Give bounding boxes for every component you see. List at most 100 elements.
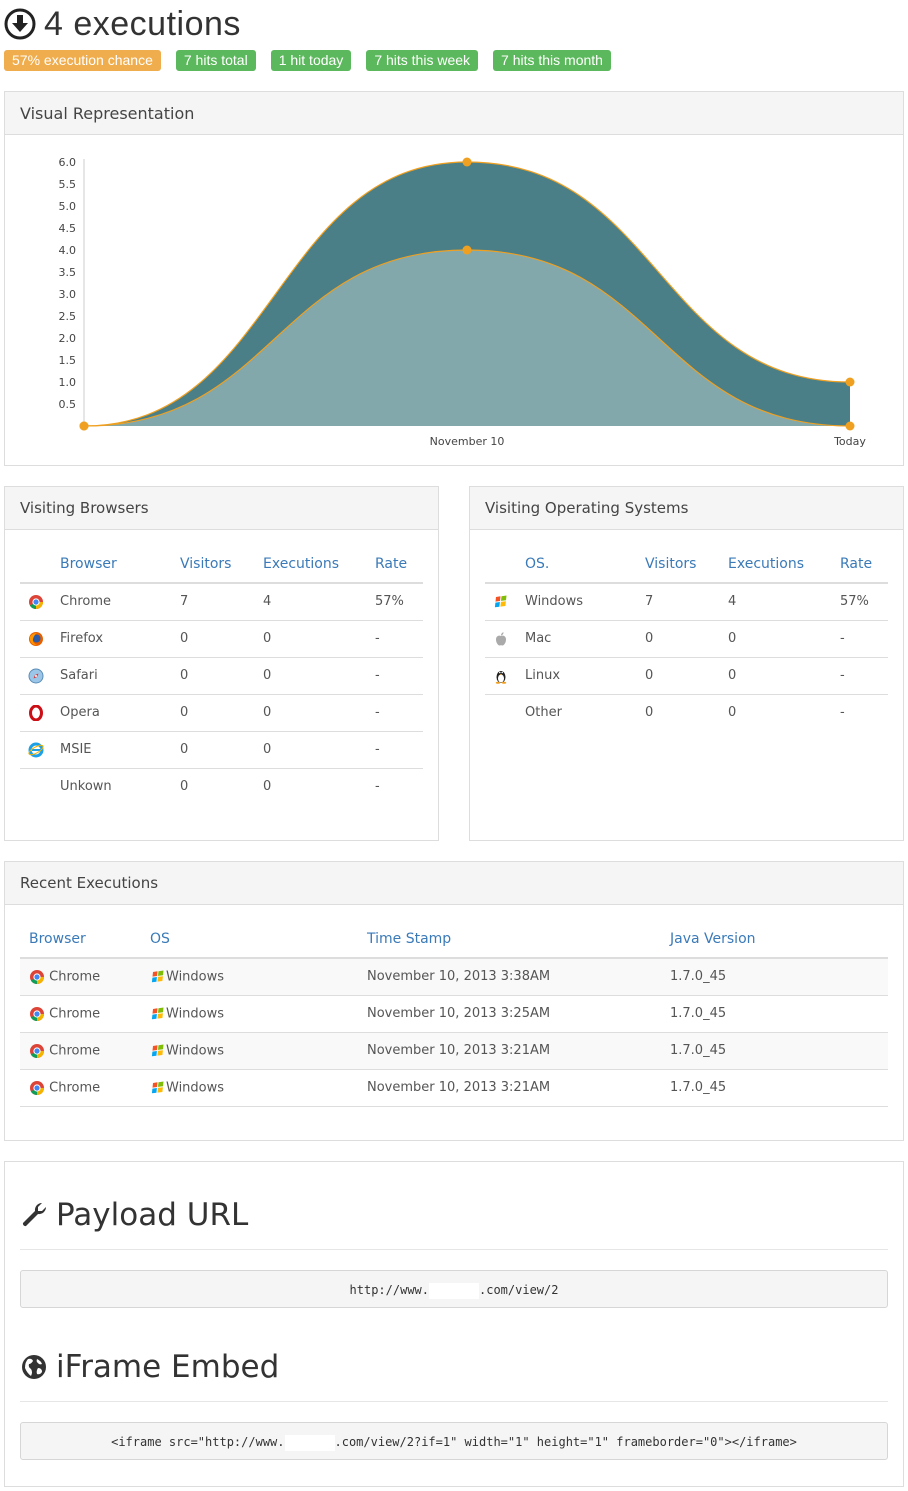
- execution-chance-badge: 57% execution chance: [4, 50, 161, 71]
- y-tick-label: 1.5: [59, 354, 77, 367]
- windows-icon: [494, 595, 507, 608]
- browser-icon-col: [20, 545, 60, 584]
- os-executions: 0: [728, 657, 840, 695]
- col-os[interactable]: OS.: [525, 545, 645, 584]
- iframe-title-text: iFrame Embed: [56, 1349, 280, 1385]
- payload-title: Payload URL: [20, 1194, 248, 1236]
- os-panel-heading: Visiting Operating Systems: [470, 487, 903, 530]
- browser-name: Chrome: [49, 969, 101, 985]
- browser-cell: Chrome: [20, 1032, 150, 1070]
- x-tick-label: Today: [833, 435, 866, 448]
- table-row: Chrome Windows November 10, 2013 3:21AM …: [20, 1069, 888, 1107]
- col-os[interactable]: OS: [150, 920, 367, 959]
- os-name: Windows: [525, 583, 645, 621]
- browser-rate: -: [375, 731, 423, 769]
- wrench-icon: [22, 1202, 47, 1227]
- y-axis-ticks: 0.5 1.0 1.5 2.0 2.5 3.0 3.5 4.0 4.5 5.0 5.5 6.0: [59, 156, 77, 411]
- data-point[interactable]: [845, 421, 855, 431]
- browser-visitors: 0: [180, 620, 263, 658]
- iframe-code-box[interactable]: <iframe src="http://www. .com/view/2?if=1…: [20, 1422, 888, 1460]
- table-row: Opera 0 0 -: [20, 694, 423, 732]
- java-version: 1.7.0_45: [670, 958, 888, 996]
- table-row: Other 0 0 -: [485, 694, 888, 731]
- table-row: Linux 0 0 -: [485, 657, 888, 695]
- browser-name: Opera: [60, 694, 180, 732]
- x-tick-label: November 10: [430, 435, 505, 448]
- iframe-title: iFrame Embed: [20, 1346, 279, 1388]
- os-visitors: 0: [645, 705, 654, 721]
- data-point[interactable]: [462, 157, 472, 167]
- browser-name: Chrome: [60, 583, 180, 621]
- chrome-icon: [29, 594, 44, 609]
- browser-visitors: 7: [180, 583, 263, 621]
- browser-executions: 0: [263, 657, 375, 695]
- hits-total-badge: 7 hits total: [175, 50, 256, 71]
- hits-week-badge: 7 hits this week: [366, 50, 479, 71]
- y-tick-label: 3.5: [59, 266, 77, 279]
- java-version: 1.7.0_45: [670, 1032, 888, 1070]
- download-circle-icon: [4, 8, 36, 40]
- divider: [20, 1249, 888, 1250]
- col-rate[interactable]: Rate: [840, 545, 888, 584]
- windows-icon: [151, 1081, 164, 1093]
- iframe-code-suffix: .com/view/2?if=1" width="1" height="1" f…: [334, 1435, 797, 1449]
- opera-icon: [29, 704, 43, 721]
- col-rate[interactable]: Rate: [375, 545, 423, 584]
- col-java-version[interactable]: Java Version: [670, 920, 888, 959]
- data-point[interactable]: [845, 377, 855, 387]
- col-visitors[interactable]: Visitors: [645, 545, 728, 584]
- browser-name: Safari: [60, 657, 180, 695]
- os-name: Linux: [525, 657, 645, 695]
- os-name: Windows: [166, 1043, 225, 1058]
- os-cell: Windows: [150, 1069, 367, 1107]
- browser-executions: 0: [263, 779, 272, 795]
- browsers-panel: Visiting Browsers Browser Visitors Execu…: [4, 486, 439, 841]
- recent-panel: Recent Executions Browser OS Time Stamp …: [4, 861, 904, 1141]
- x-axis-ticks: November 10 Today: [430, 435, 867, 448]
- y-tick-label: 5.0: [59, 200, 77, 213]
- visual-panel: Visual Representation 0.5 1.0 1.5 2.0 2.5 3.0…: [4, 91, 904, 466]
- series-area-1: [84, 250, 850, 426]
- time-stamp: November 10, 2013 3:21AM: [367, 1069, 670, 1107]
- os-executions: 4: [728, 583, 840, 621]
- y-tick-label: 4.0: [59, 244, 77, 257]
- col-executions[interactable]: Executions: [263, 545, 375, 584]
- browser-name: Unkown: [60, 779, 112, 795]
- hits-month-badge: 7 hits this month: [493, 50, 611, 71]
- browser-name: Chrome: [49, 1080, 101, 1095]
- os-name: Windows: [166, 1080, 225, 1095]
- table-row: Chrome 7 4 57%: [20, 583, 423, 621]
- java-version: 1.7.0_45: [670, 1069, 888, 1107]
- table-row: Unkown 0 0 -: [20, 768, 423, 805]
- col-browser[interactable]: Browser: [60, 545, 180, 584]
- chrome-icon: [30, 969, 45, 984]
- browser-visitors: 0: [180, 731, 263, 769]
- chrome-icon: [30, 1043, 45, 1058]
- browser-visitors: 0: [180, 657, 263, 695]
- linux-icon: [495, 670, 507, 684]
- data-point[interactable]: [462, 245, 472, 255]
- os-rate: -: [840, 705, 845, 721]
- col-time-stamp[interactable]: Time Stamp: [367, 920, 670, 959]
- browser-visitors: 0: [180, 694, 263, 732]
- browser-rate: -: [375, 694, 423, 732]
- col-browser[interactable]: Browser: [20, 920, 150, 959]
- os-rate: 57%: [840, 583, 888, 621]
- table-row: Safari 0 0 -: [20, 657, 423, 695]
- payload-url-box[interactable]: http://www. .com/view/2: [20, 1270, 888, 1308]
- hits-today-badge: 1 hit today: [270, 50, 352, 71]
- browsers-table: Browser Visitors Executions Rate Chrome …: [20, 545, 423, 805]
- data-point[interactable]: [79, 421, 89, 431]
- col-visitors[interactable]: Visitors: [180, 545, 263, 584]
- executions-chart: 0.5 1.0 1.5 2.0 2.5 3.0 3.5 4.0 4.5 5.0 5.5 6.0 Nov…: [59, 156, 867, 448]
- ie-icon: [28, 742, 44, 757]
- col-executions[interactable]: Executions: [728, 545, 840, 584]
- page-title: 4 executions: [44, 4, 241, 43]
- browser-visitors: 0: [180, 779, 189, 795]
- browser-name: Firefox: [60, 620, 180, 658]
- os-visitors: 0: [645, 657, 728, 695]
- os-panel: Visiting Operating Systems OS. Visitors …: [469, 486, 904, 841]
- y-tick-label: 0.5: [59, 398, 77, 411]
- y-tick-label: 2.0: [59, 332, 77, 345]
- os-name: Other: [525, 705, 562, 721]
